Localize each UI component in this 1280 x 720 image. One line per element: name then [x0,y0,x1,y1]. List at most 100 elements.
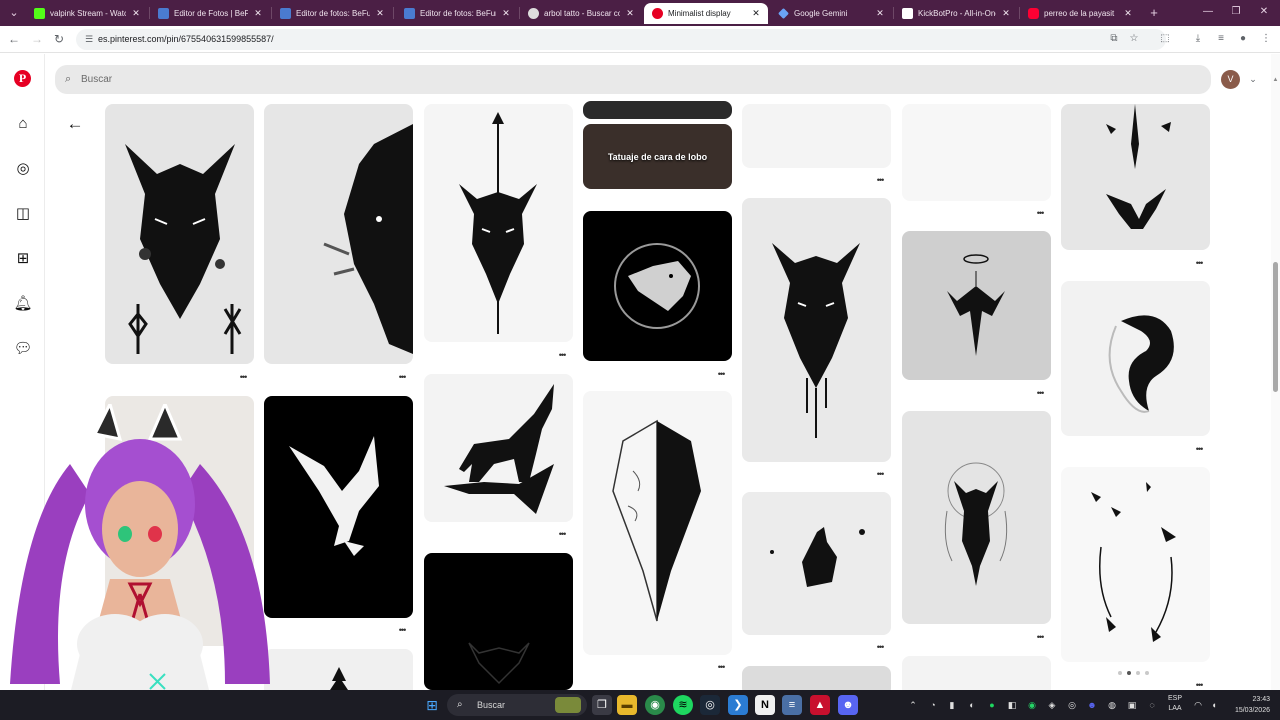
notepad-icon[interactable]: N [755,695,775,715]
pin-dark-strip[interactable] [583,101,732,119]
pin-more-options-icon[interactable]: ••• [1192,445,1206,454]
chrome-menu-icon[interactable]: ⋮ [1258,31,1274,47]
pin-raven-flock[interactable] [1061,467,1210,662]
tab-search-chevron-icon[interactable]: ⌄ [6,5,22,21]
vscode-icon[interactable]: ❯ [728,695,748,715]
pin-more-options-icon[interactable]: ••• [1033,389,1047,398]
tab-youtube[interactable]: perreo de la payasit ✕ [1020,3,1140,24]
forward-arrow-icon[interactable]: → [29,31,45,47]
bookmark-star-icon[interactable]: ☆ [1126,31,1142,47]
windows-start-icon[interactable]: ⊞ [422,695,442,715]
tab-befunky-3[interactable]: Editor de fotos: BeFunky ✕ [396,3,518,24]
tab-close-icon[interactable]: ✕ [252,3,264,24]
pin-ravens[interactable] [1061,104,1210,250]
tab-close-icon[interactable]: ✕ [624,3,636,24]
pin-yin-yang-wolf[interactable] [1061,281,1210,436]
tab-close-icon[interactable]: ✕ [130,3,142,24]
back-arrow-icon[interactable]: ← [63,112,87,136]
pin-more-options-icon[interactable]: ••• [1192,681,1206,690]
tab-befunky-1[interactable]: Editor de Fotos | BeFunky ✕ [150,3,270,24]
tray-app-icon[interactable]: ▣ [1126,699,1138,711]
tab-google-gemini[interactable]: Google Gemini ✕ [770,3,892,24]
pin-dark-wolf[interactable] [424,553,573,690]
spotify-icon[interactable]: ≋ [673,695,693,715]
adobe-icon[interactable]: ▲ [810,695,830,715]
pin-more-options-icon[interactable]: ••• [236,373,250,382]
pin-wolf-runes[interactable] [105,104,254,364]
close-window-icon[interactable]: ✕ [1255,4,1273,20]
pin-partial-bottom[interactable] [742,666,891,690]
pin-partial-bottom-2[interactable] [902,656,1051,690]
home-icon[interactable]: ⌂ [13,114,33,134]
tray-app-icon[interactable]: ◈ [1046,699,1058,711]
pin-wolf-geometric[interactable] [902,411,1051,624]
page-scrollbar[interactable]: ▲ [1271,54,1280,690]
extensions-icon[interactable]: ⬚ [1157,31,1173,47]
pin-wolf-drip[interactable] [742,198,891,462]
pin-light-top-2[interactable] [902,104,1051,201]
restore-icon[interactable]: ❐ [1227,4,1245,20]
tab-minimalist-display[interactable]: Minimalist display ✕ [644,3,768,24]
scrollbar-thumb[interactable] [1273,262,1278,392]
tray-app-icon[interactable]: ◌ [1146,699,1158,711]
task-view-icon[interactable]: ❐ [592,695,612,715]
pin-howling-wolf-silhouette[interactable] [424,374,573,522]
tab-close-icon[interactable]: ✕ [750,3,762,24]
tray-app-icon[interactable]: ◍ [1106,699,1118,711]
pinterest-logo[interactable]: P [14,70,31,87]
new-tab-button[interactable]: + [1146,5,1162,21]
tab-kick-stream[interactable]: valpink Stream - Watch ✕ [26,3,148,24]
create-icon[interactable]: ⊞ [13,249,33,269]
carousel-dot[interactable] [1145,671,1149,675]
pin-witcher-wolf[interactable] [583,211,732,361]
back-arrow-icon[interactable]: ← [6,31,22,47]
install-app-icon[interactable]: ⧉ [1106,31,1122,47]
tray-discord-icon[interactable]: ☻ [1086,699,1098,711]
tab-befunky-2[interactable]: Editor de fotos: BeFunky ✕ [272,3,392,24]
pin-light-top[interactable] [742,104,891,168]
tray-steam-icon[interactable]: ◎ [1066,699,1078,711]
pin-more-options-icon[interactable]: ••• [395,373,409,382]
pin-more-options-icon[interactable]: ••• [555,351,569,360]
tab-google-search[interactable]: arbol tatto - Buscar con ✕ [520,3,642,24]
pin-more-options-icon[interactable]: ••• [873,470,887,479]
tray-spotify-icon[interactable]: ● [986,699,998,711]
address-bar[interactable]: ☰ es.pinterest.com/pin/67554063159985558… [76,29,1166,50]
tab-close-icon[interactable]: ✕ [1122,3,1134,24]
chevron-down-icon[interactable]: ⌄ [1247,71,1259,87]
tray-app-icon[interactable]: ▮ [946,699,958,711]
pin-half-wolf[interactable] [264,104,413,364]
tab-close-icon[interactable]: ✕ [874,3,886,24]
tray-whatsapp-icon[interactable]: ◉ [1026,699,1038,711]
taskbar-clock[interactable]: 23:43 15/03/2026 [1224,694,1270,716]
tray-app-icon[interactable]: ◔ [927,699,939,711]
notifications-icon[interactable]: 🔔︎ [13,294,33,314]
search-input[interactable] [81,65,1181,94]
carousel-dot[interactable] [1136,671,1140,675]
discord-icon[interactable]: ☻ [838,695,858,715]
steam-icon[interactable]: ◎ [700,695,720,715]
pin-wolf-arrow[interactable] [424,104,573,342]
media-controls-icon[interactable]: ≡ [1213,31,1229,47]
carousel-dot-active[interactable] [1127,671,1131,675]
tray-overflow-icon[interactable]: ⌃ [907,699,919,711]
site-info-icon[interactable]: ☰ [82,32,96,46]
pin-half-wolf-sketch[interactable] [583,391,732,655]
input-language[interactable]: ESP LAA [1164,694,1186,714]
pin-more-options-icon[interactable]: ••• [1192,259,1206,268]
tab-close-icon[interactable]: ✕ [1000,3,1012,24]
profile-icon[interactable]: ● [1235,31,1251,47]
downloads-icon[interactable]: ⤓ [1190,31,1206,47]
pin-more-options-icon[interactable]: ••• [555,530,569,539]
scroll-up-icon[interactable]: ▲ [1271,76,1280,84]
messages-icon[interactable]: 💬︎ [13,339,33,359]
pin-wolf-face-tattoo[interactable]: Tatuaje de cara de lobo [583,124,732,189]
url-text[interactable]: es.pinterest.com/pin/675540631599855587/ [98,29,274,50]
pinterest-search[interactable]: ⌕ [55,65,1211,94]
pin-more-options-icon[interactable]: ••• [714,663,728,672]
pin-more-options-icon[interactable]: ••• [873,176,887,185]
notes-app-icon[interactable]: ≡ [782,695,802,715]
boards-icon[interactable]: ◫ [13,204,33,224]
pin-angel-figure[interactable] [902,231,1051,380]
explore-icon[interactable]: ◎ [13,159,33,179]
